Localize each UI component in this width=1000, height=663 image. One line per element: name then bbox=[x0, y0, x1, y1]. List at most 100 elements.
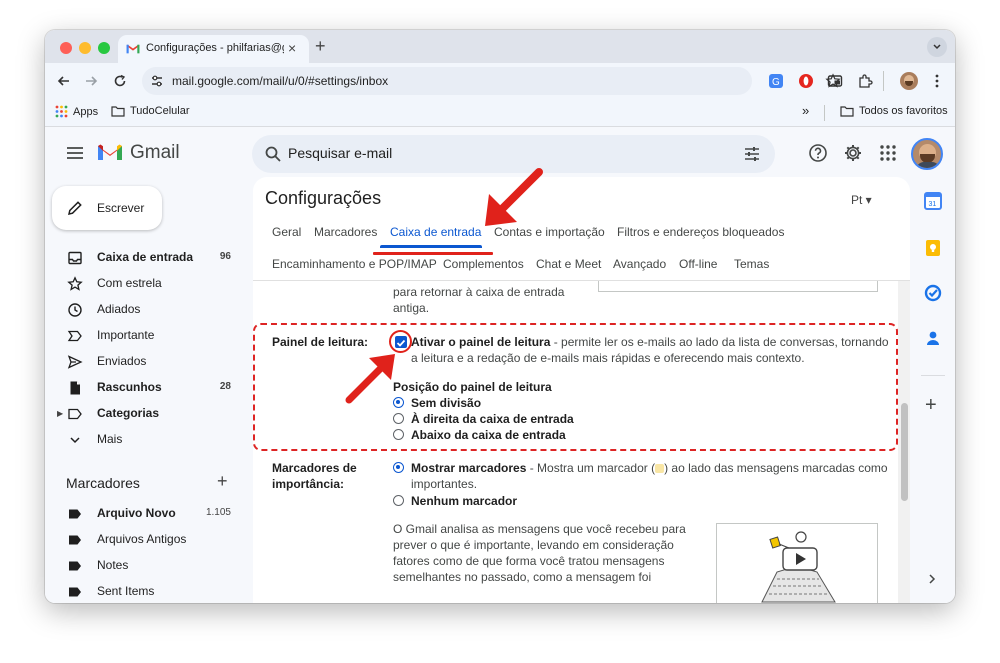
label-item-text: Sent Items bbox=[97, 584, 155, 598]
reading-pane-checkbox-label[interactable]: Ativar o painel de leitura bbox=[411, 335, 550, 349]
radio-label[interactable]: À direita da caixa de entrada bbox=[411, 411, 574, 427]
tab-filtros[interactable]: Filtros e endereços bloqueados bbox=[617, 225, 784, 239]
radio-direita[interactable] bbox=[393, 413, 404, 424]
toolbar-divider bbox=[883, 71, 884, 91]
back-button[interactable] bbox=[55, 72, 73, 90]
picture-in-picture-icon[interactable] bbox=[827, 73, 843, 89]
search-input[interactable]: Pesquisar e-mail bbox=[288, 145, 392, 161]
sidebar-item-sent[interactable]: Enviados bbox=[45, 349, 241, 375]
svg-text:31: 31 bbox=[929, 201, 937, 208]
settings-gear-icon[interactable] bbox=[843, 143, 863, 163]
apps-grid-icon bbox=[55, 105, 68, 118]
radio-label[interactable]: Abaixo da caixa de entrada bbox=[411, 427, 566, 443]
importance-marker-icon bbox=[655, 464, 665, 474]
chevron-right-icon[interactable] bbox=[926, 573, 938, 585]
scrollbar-thumb[interactable] bbox=[901, 403, 908, 501]
zoom-window-button[interactable] bbox=[98, 42, 110, 54]
label-item-sent-items[interactable]: Sent Items bbox=[45, 579, 241, 603]
tasks-icon[interactable] bbox=[924, 284, 942, 302]
keep-icon[interactable] bbox=[924, 239, 942, 257]
important-marker-icon bbox=[67, 330, 82, 342]
label-item-notes[interactable]: Notes bbox=[45, 553, 241, 579]
gmail-logo-icon[interactable] bbox=[97, 142, 123, 162]
inbox-icon bbox=[68, 251, 82, 265]
browser-tab[interactable]: Configurações - philfarias@gmail.com × bbox=[118, 35, 309, 63]
calendar-icon[interactable]: 31 bbox=[924, 192, 942, 210]
bookmarks-overflow-button[interactable]: » bbox=[802, 103, 809, 118]
sidebar-item-drafts[interactable]: Rascunhos 28 bbox=[45, 375, 241, 401]
tab-avancado[interactable]: Avançado bbox=[613, 257, 666, 271]
new-tab-button[interactable]: + bbox=[315, 37, 326, 55]
label-icon bbox=[68, 408, 82, 420]
tab-caixa-de-entrada[interactable]: Caixa de entrada bbox=[390, 225, 481, 239]
sidebar-item-snoozed[interactable]: Adiados bbox=[45, 297, 241, 323]
sidebar-item-label: Caixa de entrada bbox=[97, 250, 194, 264]
gmail-favicon-icon bbox=[126, 44, 140, 54]
sidebar-item-count: 96 bbox=[219, 251, 231, 262]
radio-label[interactable]: Sem divisão bbox=[411, 395, 481, 411]
translate-extension-icon[interactable]: G bbox=[768, 73, 784, 89]
account-avatar[interactable] bbox=[911, 138, 943, 170]
forward-button[interactable] bbox=[82, 72, 100, 90]
gmail-wordmark: Gmail bbox=[130, 142, 180, 163]
reload-button[interactable] bbox=[111, 72, 129, 90]
google-apps-icon[interactable] bbox=[878, 143, 898, 163]
importance-info-text: O Gmail analisa as mensagens que você re… bbox=[393, 522, 686, 536]
bookmarks-divider bbox=[824, 105, 825, 121]
contacts-icon[interactable] bbox=[924, 329, 942, 347]
bookmark-folder-tudocelular[interactable]: TudoCelular bbox=[111, 105, 190, 117]
tab-complementos[interactable]: Complementos bbox=[443, 257, 524, 271]
radio-label[interactable]: Mostrar marcadores bbox=[411, 461, 526, 475]
annotation-arrow-tab bbox=[485, 168, 543, 226]
label-item-arquivos-antigos[interactable]: Arquivos Antigos bbox=[45, 527, 241, 553]
radio-nenhum-marcador[interactable] bbox=[393, 495, 404, 506]
address-bar[interactable]: mail.google.com/mail/u/0/#settings/inbox bbox=[142, 67, 841, 95]
help-icon[interactable] bbox=[808, 143, 828, 163]
sidebar-item-more[interactable]: Mais bbox=[45, 427, 241, 453]
tab-geral[interactable]: Geral bbox=[272, 225, 301, 239]
profile-avatar[interactable] bbox=[900, 72, 918, 90]
label-item-arquivo-novo[interactable]: Arquivo Novo 1.105 bbox=[45, 501, 241, 527]
tab-off-line[interactable]: Off-line bbox=[679, 257, 717, 271]
sidebar-item-starred[interactable]: Com estrela bbox=[45, 271, 241, 297]
radio-mostrar-marcadores[interactable] bbox=[393, 462, 404, 473]
main-menu-icon[interactable] bbox=[65, 145, 85, 161]
importance-show-row: Mostrar marcadores - Mostra um marcador … bbox=[411, 460, 888, 476]
add-addon-button[interactable]: + bbox=[925, 395, 937, 415]
input-tools-button[interactable]: Pt ▾ bbox=[851, 193, 872, 207]
extensions-puzzle-icon[interactable] bbox=[857, 73, 873, 89]
sidebar-item-important[interactable]: Importante bbox=[45, 323, 241, 349]
folder-icon bbox=[111, 106, 125, 117]
screenshot-stage: Configurações - philfarias@gmail.com × +… bbox=[0, 0, 1000, 663]
sidebar-item-inbox[interactable]: Caixa de entrada 96 bbox=[45, 245, 241, 271]
search-icon[interactable] bbox=[264, 145, 282, 163]
bookmarks-bar: Apps TudoCelular » Todos os favoritos bbox=[45, 99, 955, 127]
importance-illustration bbox=[716, 523, 878, 603]
radio-label[interactable]: Nenhum marcador bbox=[411, 493, 517, 509]
label-item-text: Arquivo Novo bbox=[97, 506, 176, 520]
browser-menu-icon[interactable] bbox=[929, 73, 945, 89]
tab-temas[interactable]: Temas bbox=[734, 257, 769, 271]
bookmark-apps[interactable]: Apps bbox=[55, 105, 98, 118]
importance-label: importância: bbox=[272, 477, 345, 491]
caret-right-icon[interactable]: ▶ bbox=[57, 409, 63, 418]
sidebar-item-categories[interactable]: ▶ Categorias bbox=[45, 401, 241, 427]
tab-search-button[interactable] bbox=[927, 37, 947, 57]
compose-button[interactable]: Escrever bbox=[52, 186, 162, 230]
pencil-icon bbox=[68, 201, 82, 215]
site-info-icon[interactable] bbox=[150, 74, 164, 88]
label-item-count: 1.105 bbox=[205, 507, 231, 518]
minimize-window-button[interactable] bbox=[79, 42, 91, 54]
add-label-button[interactable]: + bbox=[217, 471, 228, 492]
tab-close-icon[interactable]: × bbox=[288, 40, 296, 56]
tab-chat-e-meet[interactable]: Chat e Meet bbox=[536, 257, 601, 271]
all-bookmarks-button[interactable]: Todos os favoritos bbox=[840, 105, 948, 117]
radio-abaixo[interactable] bbox=[393, 429, 404, 440]
opera-extension-icon[interactable] bbox=[798, 73, 814, 89]
tab-encaminhamento[interactable]: Encaminhamento e POP/IMAP bbox=[272, 257, 437, 271]
search-options-icon[interactable] bbox=[743, 145, 761, 163]
reading-pane-desc-text: a leitura e a redação de e-mails mais rá… bbox=[411, 351, 805, 365]
close-window-button[interactable] bbox=[60, 42, 72, 54]
browser-toolbar: mail.google.com/mail/u/0/#settings/inbox… bbox=[45, 63, 955, 99]
tab-marcadores[interactable]: Marcadores bbox=[314, 225, 377, 239]
